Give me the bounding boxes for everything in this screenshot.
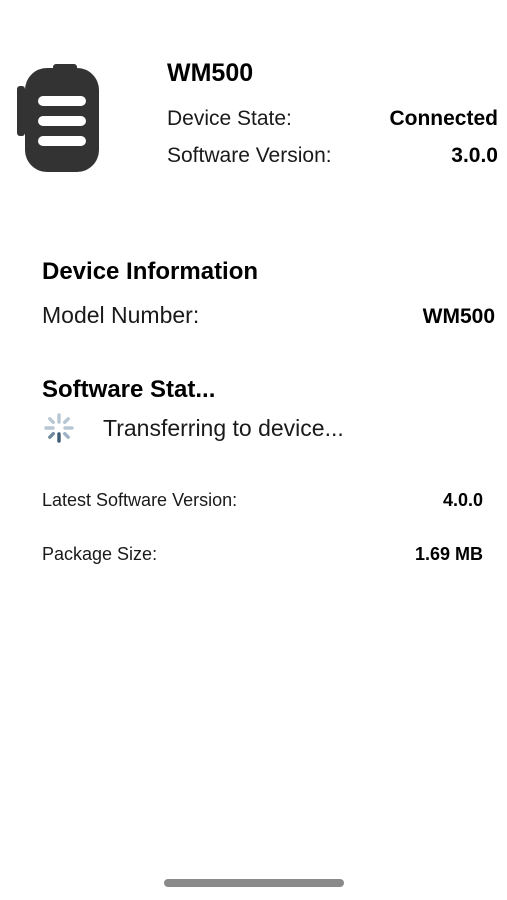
software-version-label: Software Version: xyxy=(167,144,332,167)
transfer-status-text: Transferring to device... xyxy=(103,415,344,441)
device-details-screen: WM500 Device State: Connected Software V… xyxy=(0,0,507,900)
device-state-label: Device State: xyxy=(167,107,292,130)
software-version-value: 3.0.0 xyxy=(451,144,498,167)
package-size-label: Package Size: xyxy=(42,544,158,564)
loading-spinner-icon xyxy=(44,413,74,443)
device-information-heading: Device Information xyxy=(42,258,259,285)
device-state-value: Connected xyxy=(389,107,498,130)
transmitter-device-icon xyxy=(17,64,99,172)
model-number-value: WM500 xyxy=(422,305,495,328)
latest-software-version-value: 4.0.0 xyxy=(442,490,483,510)
package-size-value: 1.69 MB xyxy=(414,544,483,564)
software-status-heading: Software Stat... xyxy=(42,376,216,403)
home-indicator[interactable] xyxy=(164,879,344,887)
device-name: WM500 xyxy=(167,59,254,87)
model-number-label: Model Number: xyxy=(42,302,200,328)
latest-software-version-label: Latest Software Version: xyxy=(42,490,238,510)
